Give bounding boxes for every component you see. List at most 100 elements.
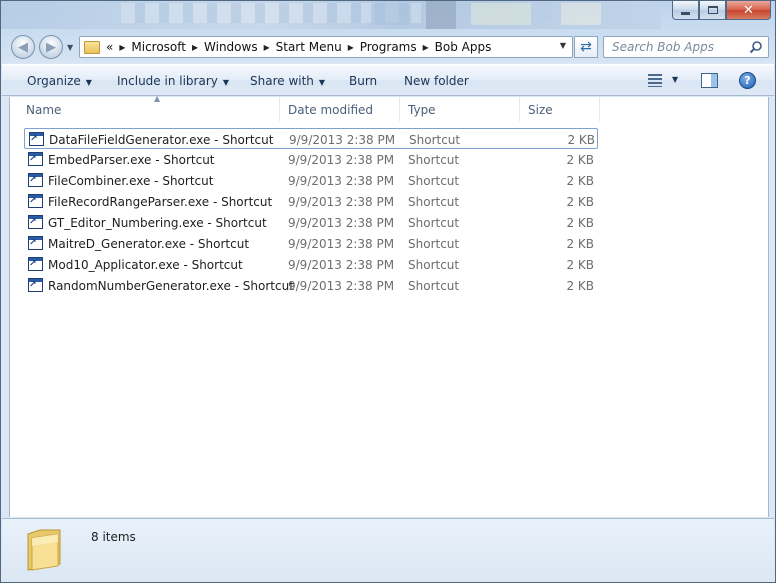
file-size: 2 KB — [566, 174, 594, 188]
file-date: 9/9/2013 2:38 PM — [288, 279, 395, 293]
sort-ascending-icon: ▲ — [154, 94, 161, 103]
file-size: 2 KB — [566, 258, 594, 272]
breadcrumb-microsoft[interactable]: Microsoft — [131, 40, 186, 54]
explorer-window: ✕ ◀ ▶ ▼ « ▸ Microsoft ▸ Windows ▸ Start … — [0, 0, 776, 583]
file-size: 2 KB — [566, 216, 594, 230]
shortcut-icon — [28, 278, 43, 292]
title-bar[interactable]: ✕ — [1, 1, 776, 31]
address-dropdown-icon[interactable]: ▼ — [560, 41, 566, 50]
file-date: 9/9/2013 2:38 PM — [288, 174, 395, 188]
breadcrumb-start-menu[interactable]: Start Menu — [276, 40, 342, 54]
views-icon[interactable] — [648, 74, 662, 87]
file-type: Shortcut — [408, 258, 460, 272]
column-header-type[interactable]: Type — [400, 97, 520, 121]
column-header-date[interactable]: Date modified — [280, 97, 400, 121]
file-name: GT_Editor_Numbering.exe - Shortcut — [48, 216, 267, 230]
file-name: EmbedParser.exe - Shortcut — [48, 153, 215, 167]
chevron-right-icon[interactable]: ▸ — [264, 40, 270, 54]
file-type: Shortcut — [408, 153, 460, 167]
shortcut-icon — [28, 215, 43, 229]
search-placeholder: Search Bob Apps — [612, 40, 715, 54]
file-type: Shortcut — [409, 133, 461, 147]
file-size: 2 KB — [566, 153, 594, 167]
folder-icon — [27, 529, 61, 571]
chevron-right-icon[interactable]: ▸ — [119, 40, 125, 54]
shortcut-icon — [29, 132, 44, 146]
address-bar[interactable]: « ▸ Microsoft ▸ Windows ▸ Start Menu ▸ P… — [79, 36, 573, 58]
file-date: 9/9/2013 2:38 PM — [288, 153, 395, 167]
refresh-button[interactable]: ⇄ — [574, 36, 598, 58]
preview-pane-icon[interactable] — [701, 73, 718, 88]
column-header-size[interactable]: Size — [520, 97, 600, 121]
forward-button[interactable]: ▶ — [39, 35, 63, 59]
file-type: Shortcut — [408, 216, 460, 230]
file-size: 2 KB — [567, 133, 595, 147]
file-row[interactable]: FileRecordRangeParser.exe - Shortcut 9/9… — [24, 191, 598, 212]
breadcrumb-overflow[interactable]: « — [106, 40, 113, 54]
breadcrumb-programs[interactable]: Programs — [360, 40, 417, 54]
file-row[interactable]: EmbedParser.exe - Shortcut 9/9/2013 2:38… — [24, 149, 598, 170]
minimize-button[interactable] — [672, 1, 699, 20]
file-list-pane[interactable]: Name▲ Date modified Type Size DataFileFi… — [9, 94, 769, 517]
close-button[interactable]: ✕ — [726, 1, 771, 20]
refresh-icon: ⇄ — [580, 39, 592, 55]
shortcut-icon — [28, 236, 43, 250]
file-type: Shortcut — [408, 237, 460, 251]
file-date: 9/9/2013 2:38 PM — [288, 195, 395, 209]
folder-icon — [84, 40, 100, 54]
maximize-button[interactable] — [699, 1, 726, 20]
chevron-right-icon[interactable]: ▸ — [348, 40, 354, 54]
share-with-menu[interactable]: Share with ▼ — [250, 74, 325, 88]
organize-menu[interactable]: Organize ▼ — [27, 74, 92, 88]
new-folder-button[interactable]: New folder — [404, 74, 469, 88]
shortcut-icon — [28, 173, 43, 187]
chevron-down-icon: ▼ — [85, 78, 92, 87]
chevron-down-icon: ▼ — [318, 78, 326, 87]
command-bar: Organize ▼ Include in library ▼ Share with… — [2, 64, 774, 96]
minimize-icon — [681, 11, 690, 15]
file-name: FileCombiner.exe - Shortcut — [48, 174, 214, 188]
file-date: 9/9/2013 2:38 PM — [288, 216, 395, 230]
forward-arrow-icon: ▶ — [46, 39, 56, 55]
chevron-right-icon[interactable]: ▸ — [423, 40, 429, 54]
file-rows: DataFileFieldGenerator.exe - Shortcut 9/… — [24, 128, 598, 296]
file-row[interactable]: MaitreD_Generator.exe - Shortcut 9/9/201… — [24, 233, 598, 254]
column-headers: Name ▲ Date modified Type Size — [10, 94, 768, 121]
file-size: 2 KB — [566, 279, 594, 293]
chevron-down-icon: ▼ — [222, 78, 230, 87]
file-date: 9/9/2013 2:38 PM — [289, 133, 396, 147]
breadcrumb-windows[interactable]: Windows — [204, 40, 258, 54]
burn-button[interactable]: Burn — [349, 74, 377, 88]
file-row[interactable]: RandomNumberGenerator.exe - Shortcut 9/9… — [24, 275, 598, 296]
background-blur — [1, 1, 661, 29]
search-icon[interactable] — [749, 40, 763, 54]
help-icon[interactable]: ? — [739, 72, 756, 89]
back-button[interactable]: ◀ — [11, 35, 35, 59]
file-name: Mod10_Applicator.exe - Shortcut — [48, 258, 243, 272]
file-size: 2 KB — [566, 237, 594, 251]
search-input[interactable]: Search Bob Apps — [603, 36, 769, 58]
file-row[interactable]: Mod10_Applicator.exe - Shortcut 9/9/2013… — [24, 254, 598, 275]
close-icon: ✕ — [743, 2, 754, 18]
views-dropdown-icon[interactable]: ▼ — [672, 75, 678, 84]
back-arrow-icon: ◀ — [18, 39, 28, 55]
file-type: Shortcut — [408, 279, 460, 293]
column-header-name[interactable]: Name ▲ — [18, 94, 280, 121]
file-name: DataFileFieldGenerator.exe - Shortcut — [49, 133, 274, 147]
file-type: Shortcut — [408, 195, 460, 209]
breadcrumb-bob-apps[interactable]: Bob Apps — [435, 40, 492, 54]
caption-buttons: ✕ — [672, 1, 771, 20]
file-row[interactable]: DataFileFieldGenerator.exe - Shortcut 9/… — [24, 128, 598, 149]
file-row[interactable]: FileCombiner.exe - Shortcut 9/9/2013 2:3… — [24, 170, 598, 191]
shortcut-icon — [28, 152, 43, 166]
file-size: 2 KB — [566, 195, 594, 209]
shortcut-icon — [28, 194, 43, 208]
file-row[interactable]: GT_Editor_Numbering.exe - Shortcut 9/9/2… — [24, 212, 598, 233]
file-type: Shortcut — [408, 174, 460, 188]
include-in-library-menu[interactable]: Include in library ▼ — [117, 74, 229, 88]
chevron-right-icon[interactable]: ▸ — [192, 40, 198, 54]
file-name: FileRecordRangeParser.exe - Shortcut — [48, 195, 273, 209]
recent-pages-dropdown[interactable]: ▼ — [67, 43, 73, 52]
item-count: 8 items — [91, 530, 136, 544]
file-name: MaitreD_Generator.exe - Shortcut — [48, 237, 250, 251]
